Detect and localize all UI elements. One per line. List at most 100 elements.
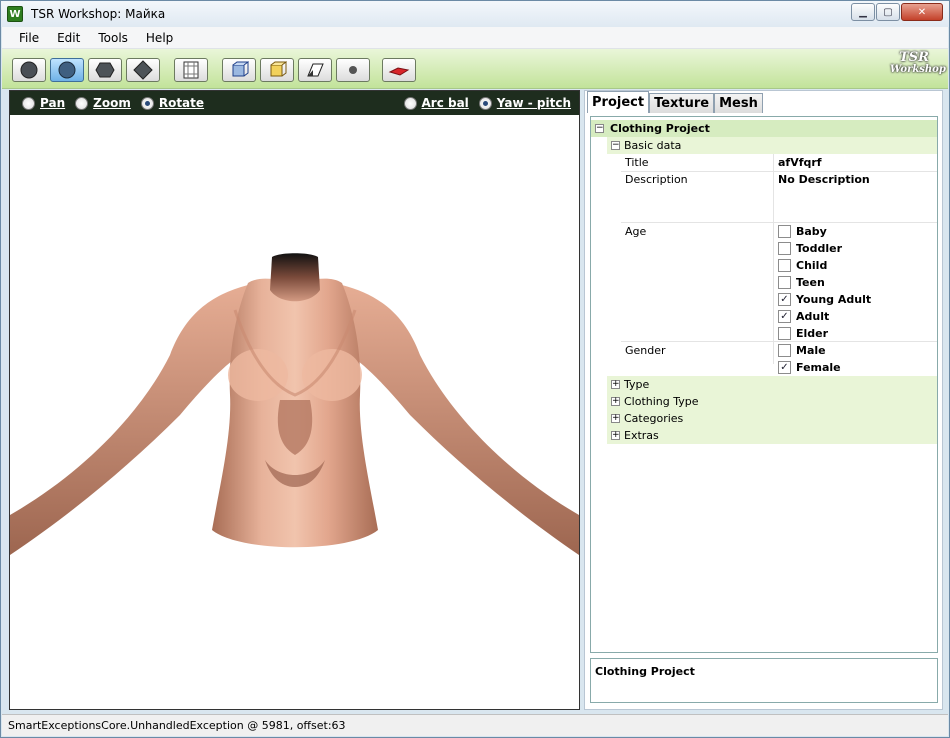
- status-bar: SmartExceptionsCore.UnhandledException @…: [2, 714, 948, 736]
- age-row: Age: [591, 223, 771, 240]
- window-controls: ▁ ▢ ✕: [850, 3, 943, 21]
- gender-male-checkbox[interactable]: Male: [778, 342, 826, 359]
- point-button[interactable]: [336, 58, 370, 82]
- menu-bar: File Edit Tools Help: [2, 27, 948, 49]
- description-value[interactable]: No Description: [778, 173, 870, 186]
- panel-tabs: Project Texture Mesh: [587, 91, 763, 113]
- collapse-icon[interactable]: −: [595, 124, 604, 133]
- menu-edit[interactable]: Edit: [48, 28, 89, 48]
- age-baby-checkbox[interactable]: Baby: [778, 223, 827, 240]
- app-logo-icon: W: [7, 6, 23, 22]
- age-toddler-checkbox[interactable]: Toddler: [778, 240, 842, 257]
- properties-panel: Project Texture Mesh − Clothing Project …: [584, 90, 943, 710]
- close-button[interactable]: ✕: [901, 3, 943, 21]
- view-sphere-button[interactable]: [12, 58, 46, 82]
- expand-icon[interactable]: +: [611, 431, 620, 440]
- tree-root-row[interactable]: − Clothing Project: [591, 120, 937, 137]
- checkmark-icon: ✓: [778, 361, 791, 374]
- orbit-yaw-pitch-radio[interactable]: Yaw - pitch: [478, 96, 571, 110]
- view-shaded-button[interactable]: [50, 58, 84, 82]
- view-frame-button[interactable]: [174, 58, 208, 82]
- hexagon-icon: [95, 62, 115, 78]
- checkmark-icon: ✓: [778, 293, 791, 306]
- mode-pan-radio[interactable]: Pan: [22, 96, 65, 110]
- view-hexagon-button[interactable]: [88, 58, 122, 82]
- expand-icon[interactable]: +: [611, 414, 620, 423]
- gender-row: Gender: [591, 342, 771, 359]
- cube-bones-icon: [232, 61, 249, 77]
- gender-female-checkbox[interactable]: ✓ Female: [778, 359, 841, 376]
- view-diamond-button[interactable]: [126, 58, 160, 82]
- title-bar: W TSR Workshop: Майка ▁ ▢ ✕: [1, 1, 949, 27]
- radio-selected-icon: [140, 96, 154, 110]
- title-value[interactable]: afVfqrf: [778, 156, 822, 169]
- tree-root-label: Clothing Project: [610, 122, 710, 135]
- radio-icon: [22, 96, 35, 110]
- tree-type-row[interactable]: + Type: [607, 376, 937, 393]
- age-elder-checkbox[interactable]: Elder: [778, 325, 828, 342]
- maximize-icon: ▢: [883, 6, 893, 18]
- basic-data-label: Basic data: [624, 139, 682, 152]
- age-label: Age: [625, 225, 647, 238]
- texture-button[interactable]: [382, 58, 416, 82]
- checkbox-unchecked-icon: [778, 242, 791, 255]
- mesh-cube-button[interactable]: [260, 58, 294, 82]
- menu-help[interactable]: Help: [137, 28, 182, 48]
- age-teen-checkbox[interactable]: Teen: [778, 274, 825, 291]
- property-description: Clothing Project: [590, 658, 938, 703]
- checkbox-unchecked-icon: [778, 259, 791, 272]
- red-shape-icon: [388, 67, 410, 76]
- tab-mesh[interactable]: Mesh: [714, 93, 763, 113]
- mode-zoom-radio[interactable]: Zoom: [75, 96, 131, 110]
- age-adult-checkbox[interactable]: ✓ Adult: [778, 308, 829, 325]
- mode-rotate-radio[interactable]: Rotate: [140, 96, 204, 110]
- minimize-button[interactable]: ▁: [851, 3, 875, 21]
- app-window: W TSR Workshop: Майка ▁ ▢ ✕ File Edit To…: [0, 0, 950, 738]
- collapse-icon[interactable]: −: [611, 141, 620, 150]
- mesh-preview: [10, 253, 579, 555]
- basic-data-row[interactable]: − Basic data: [607, 137, 937, 154]
- tree-clothing-type-row[interactable]: + Clothing Type: [607, 393, 937, 410]
- title-label: Title: [625, 156, 649, 169]
- status-text: SmartExceptionsCore.UnhandledException @…: [8, 719, 346, 732]
- 3d-viewport[interactable]: Pan Zoom Rotate Arc bal Yaw - pitch: [9, 90, 580, 710]
- sphere-shaded-icon: [58, 61, 76, 79]
- radio-icon: [75, 96, 89, 110]
- title-row[interactable]: Title afVfqrf: [591, 154, 937, 171]
- tree-categories-row[interactable]: + Categories: [607, 410, 937, 427]
- maximize-button[interactable]: ▢: [876, 3, 900, 21]
- tab-project[interactable]: Project: [587, 91, 650, 113]
- viewport-controls: Pan Zoom Rotate Arc bal Yaw - pitch: [10, 91, 579, 115]
- checkmark-icon: ✓: [778, 310, 791, 323]
- description-label: Description: [625, 173, 688, 186]
- checkbox-unchecked-icon: [778, 327, 791, 340]
- menu-file[interactable]: File: [10, 28, 48, 48]
- tab-texture[interactable]: Texture: [649, 93, 715, 113]
- age-child-checkbox[interactable]: Child: [778, 257, 827, 274]
- expand-icon[interactable]: +: [611, 380, 620, 389]
- radio-selected-icon: [478, 96, 492, 110]
- sphere-icon: [20, 61, 38, 79]
- cube-yellow-icon: [270, 61, 287, 77]
- plane-icon: [307, 63, 324, 77]
- frame-icon: [183, 61, 199, 79]
- dot-icon: [349, 66, 357, 74]
- checkbox-unchecked-icon: [778, 344, 791, 357]
- window-title: TSR Workshop: Майка: [31, 7, 166, 21]
- minimize-icon: ▁: [859, 6, 867, 18]
- toolbar: TSR Workshop: [2, 49, 948, 89]
- tsr-workshop-logo: TSR Workshop: [890, 50, 946, 75]
- property-tree: − Clothing Project − Basic data Title af…: [590, 116, 938, 653]
- age-young-adult-checkbox[interactable]: ✓ Young Adult: [778, 291, 871, 308]
- description-row[interactable]: Description No Description: [591, 171, 937, 188]
- checkbox-unchecked-icon: [778, 225, 791, 238]
- orbit-arcball-radio[interactable]: Arc bal: [403, 96, 469, 110]
- diamond-icon: [133, 60, 153, 80]
- tree-extras-row[interactable]: + Extras: [607, 427, 937, 444]
- gender-label: Gender: [625, 344, 666, 357]
- plane-button[interactable]: [298, 58, 332, 82]
- menu-tools[interactable]: Tools: [89, 28, 137, 48]
- close-icon: ✕: [917, 6, 927, 18]
- expand-icon[interactable]: +: [611, 397, 620, 406]
- mesh-bones-button[interactable]: [222, 58, 256, 82]
